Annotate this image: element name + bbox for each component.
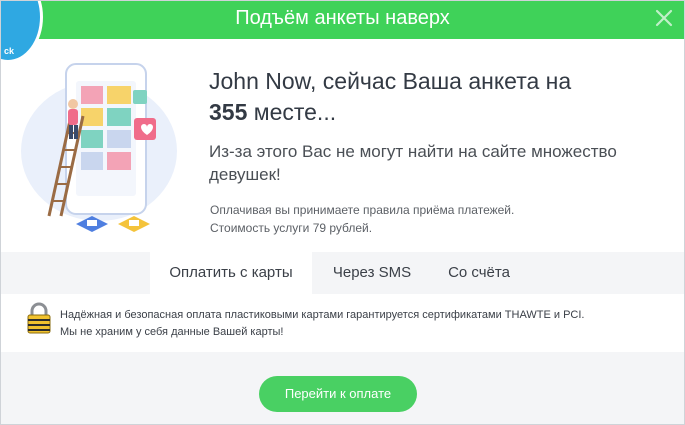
- proceed-to-payment-button[interactable]: Перейти к оплате: [259, 376, 417, 412]
- security-line-2: Мы не храним у себя данные Вашей карты!: [60, 326, 284, 338]
- payment-rules-text: Оплачивая вы принимаете правила приёма п…: [210, 203, 515, 217]
- close-icon[interactable]: [652, 6, 676, 30]
- lock-icon: [26, 301, 52, 335]
- security-text: Надёжная и безопасная оплата пластиковым…: [60, 307, 670, 341]
- tab-sms[interactable]: Через SMS: [316, 252, 428, 294]
- payment-note: Оплачивая вы принимаете правила приёма п…: [210, 201, 680, 237]
- security-line-1: Надёжная и безопасная оплата пластиковым…: [60, 309, 585, 321]
- price-text: Стоимость услуги 79 рублей.: [210, 221, 373, 235]
- headline-prefix: John Now, сейчас Ваша анкета на: [209, 68, 572, 94]
- tab-account-balance[interactable]: Со счёта: [429, 252, 529, 294]
- profile-position: 355: [209, 99, 248, 125]
- dialog-header: Подъём анкеты наверх: [1, 1, 684, 39]
- tab-pay-by-card[interactable]: Оплатить с карты: [150, 252, 312, 294]
- badge-label: ck: [4, 46, 15, 56]
- headline-suffix: месте...: [253, 99, 337, 125]
- dialog-title: Подъём анкеты наверх: [235, 7, 450, 29]
- security-panel: Надёжная и безопасная оплата пластиковым…: [1, 294, 684, 352]
- subtitle: Из-за этого Вас не могут найти на сайте …: [209, 142, 617, 184]
- headline: John Now, сейчас Ваша анкета на 355 мест…: [209, 66, 679, 128]
- app-badge: ck: [1, 1, 43, 63]
- profile-illustration: [21, 56, 186, 241]
- promo-dialog: Подъём анкеты наверх ck John Now, сейчас…: [0, 0, 685, 425]
